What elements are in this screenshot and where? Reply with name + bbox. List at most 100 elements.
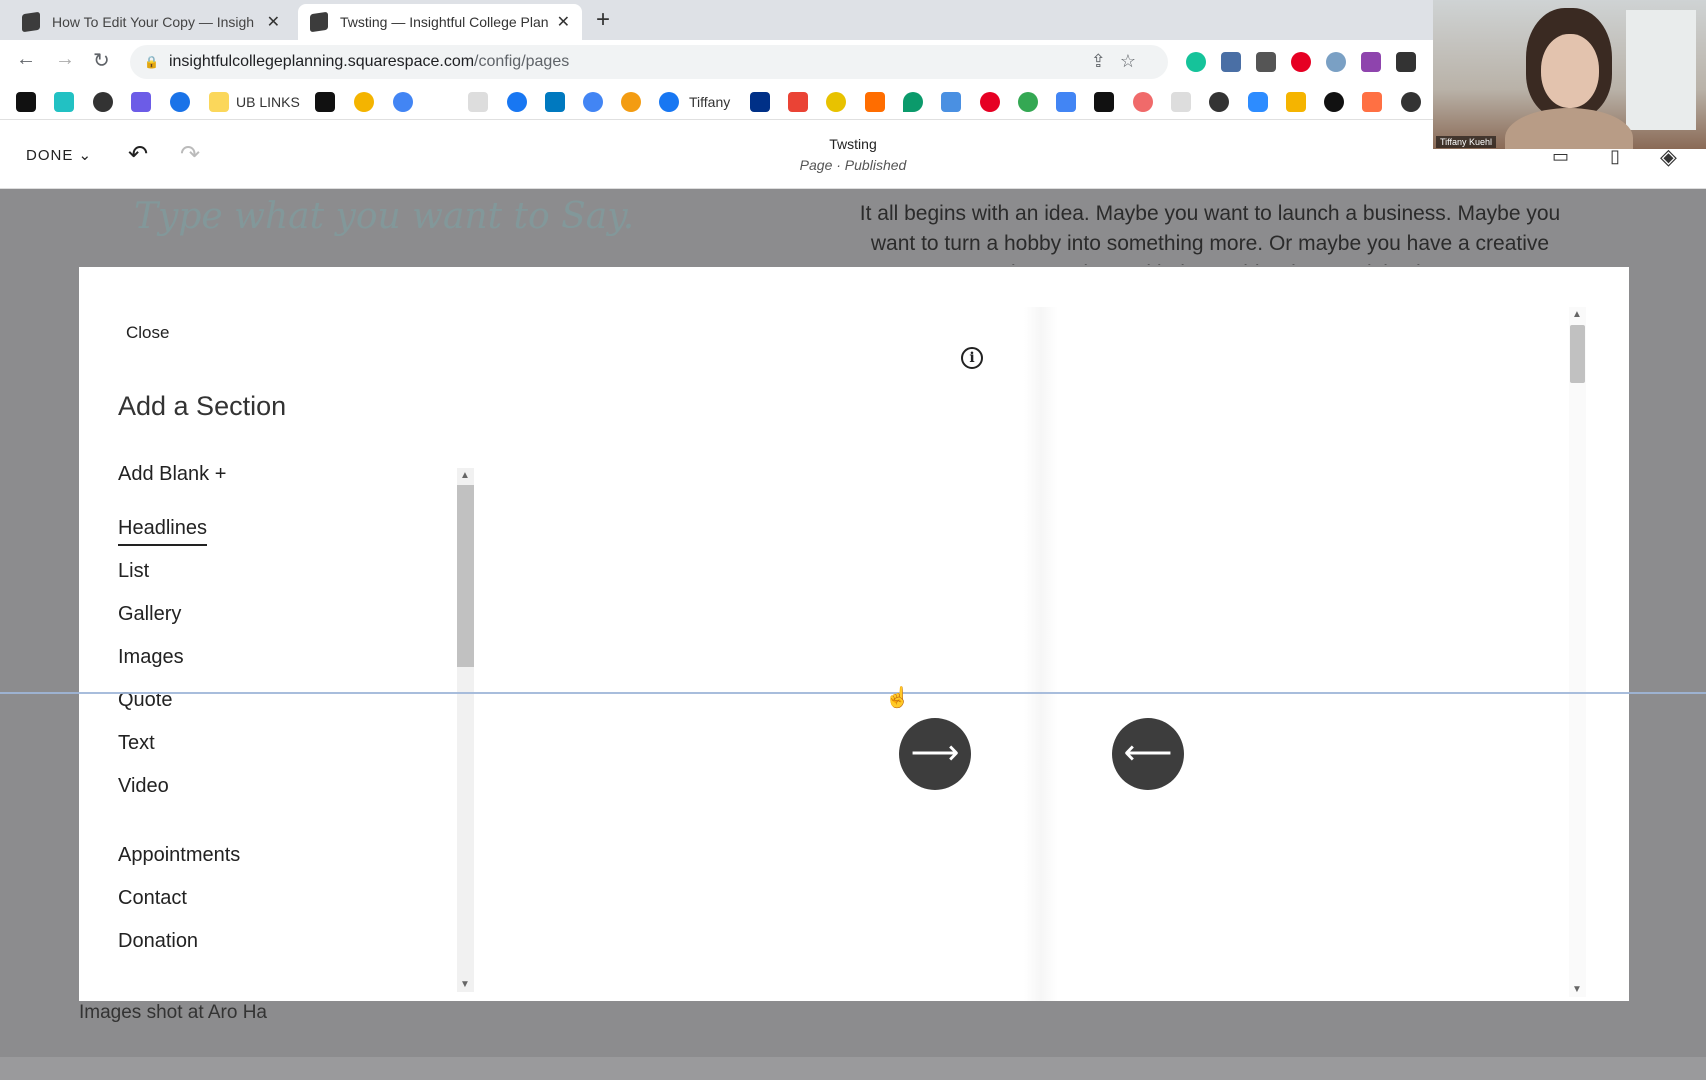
- bookmark-hangouts-icon[interactable]: [1018, 92, 1038, 112]
- extension-icons: [1186, 52, 1416, 72]
- intro-paragraph: It all begins with an idea. Maybe you wa…: [859, 202, 1561, 265]
- tab-title: How To Edit Your Copy — Insigh: [52, 14, 255, 30]
- bookmark-coin-icon[interactable]: [826, 92, 846, 112]
- chat-extension-icon[interactable]: [1326, 52, 1346, 72]
- preview-scrollbar[interactable]: ▲ ▼: [1569, 307, 1586, 997]
- bookmark-orange-icon[interactable]: [865, 92, 885, 112]
- reload-icon[interactable]: ↻: [93, 48, 110, 73]
- scrollbar-thumb[interactable]: [457, 485, 474, 667]
- bookmark-pinterest-icon[interactable]: [980, 92, 1000, 112]
- bookmark-facebook-icon[interactable]: [507, 92, 527, 112]
- bookmark-h2o-icon[interactable]: [16, 92, 36, 112]
- back-icon[interactable]: ←: [16, 48, 36, 71]
- url-host: insightfulcollegeplanning.squarespace.co…: [168, 53, 475, 70]
- category-headlines[interactable]: Headlines: [118, 517, 207, 546]
- arrow-left-icon[interactable]: ⟵: [1112, 718, 1184, 790]
- bookmark-facebook-icon[interactable]: [659, 92, 679, 112]
- squarespace-favicon-icon: [22, 11, 40, 33]
- category-donation[interactable]: Donation: [118, 930, 198, 953]
- arrow-right-icon[interactable]: ⟶: [899, 718, 971, 790]
- bookmark-keep-icon[interactable]: [1286, 92, 1306, 112]
- bookmark-unsplash-icon[interactable]: [1094, 92, 1114, 112]
- footer-strip: [0, 1057, 1706, 1080]
- webcam-person-face: [1541, 34, 1599, 108]
- insertion-guide-line: [0, 692, 1706, 694]
- bookmark-drop-icon[interactable]: [903, 92, 923, 112]
- close-button[interactable]: Close: [126, 323, 169, 343]
- page-status: Page · Published: [799, 157, 907, 173]
- category-gallery[interactable]: Gallery: [118, 603, 181, 626]
- preview-divider: [1024, 307, 1058, 1001]
- category-appointments[interactable]: Appointments: [118, 844, 240, 867]
- bookmark-yellow-icon[interactable]: [354, 92, 374, 112]
- scroll-down-icon[interactable]: ▼: [460, 979, 470, 990]
- webcam-name-label: Tiffany Kuehl: [1436, 136, 1497, 148]
- bookmark-google-icon[interactable]: [393, 92, 413, 112]
- bookmark-globe-icon[interactable]: [1401, 92, 1421, 112]
- bookmark-ub-links[interactable]: UB LINKS: [236, 94, 300, 110]
- webcam-window-background: [1626, 10, 1696, 130]
- bookmark-p-icon[interactable]: [468, 92, 488, 112]
- grammarly-icon[interactable]: [1186, 52, 1206, 72]
- webcam-person-body: [1505, 108, 1633, 149]
- bookmark-tiffany[interactable]: Tiffany: [689, 94, 730, 110]
- folder-icon: [209, 92, 229, 112]
- modal-title: Add a Section: [118, 391, 287, 421]
- bookmark-gift-icon[interactable]: [941, 92, 961, 112]
- script-heading: Type what you want to Say.: [134, 196, 635, 237]
- tab-edit-copy[interactable]: How To Edit Your Copy — Insigh ✕: [10, 4, 292, 40]
- desktop-view-icon[interactable]: ▭: [1552, 146, 1569, 167]
- bookmark-heart-icon[interactable]: [1324, 92, 1344, 112]
- scroll-up-icon[interactable]: ▲: [460, 470, 470, 481]
- image-caption: Images shot at Aro Ha: [79, 1002, 267, 1023]
- tab-title: Twsting — Insightful College Plan: [340, 14, 549, 30]
- news-extension-icon[interactable]: [1256, 52, 1276, 72]
- add-section-modal: Close Add a Section Add Blank + Headline…: [79, 267, 1629, 1001]
- pinterest-extension-icon[interactable]: [1291, 52, 1311, 72]
- webcam-overlay: Tiffany Kuehl: [1433, 0, 1706, 149]
- forward-icon[interactable]: →: [55, 48, 75, 71]
- new-tab-button[interactable]: +: [596, 6, 610, 34]
- bookmark-zoom-icon[interactable]: [1248, 92, 1268, 112]
- bookmark-trello-icon[interactable]: [545, 92, 565, 112]
- tab-twsting[interactable]: Twsting — Insightful College Plan ✕: [298, 4, 582, 40]
- bookmark-globe-icon[interactable]: [93, 92, 113, 112]
- bookmark-gmail-icon[interactable]: [788, 92, 808, 112]
- category-list[interactable]: List: [118, 560, 149, 583]
- omnibox-actions[interactable]: ⇪☆: [1091, 51, 1150, 72]
- category-images[interactable]: Images: [118, 646, 184, 669]
- bookmark-seven-icon[interactable]: [1171, 92, 1191, 112]
- puzzle-extension-icon[interactable]: [1361, 52, 1381, 72]
- scroll-down-icon[interactable]: ▼: [1572, 984, 1582, 995]
- bookmark-docs-icon[interactable]: [1056, 92, 1076, 112]
- category-contact[interactable]: Contact: [118, 887, 187, 910]
- address-bar[interactable]: 🔒 insightfulcollegeplanning.squarespace.…: [130, 45, 1168, 79]
- bookmark-chat-icon[interactable]: [170, 92, 190, 112]
- bookmark-square-icon[interactable]: [315, 92, 335, 112]
- info-icon[interactable]: i: [961, 347, 983, 369]
- mobile-view-icon[interactable]: ▯: [1610, 146, 1620, 167]
- more-extensions-icon[interactable]: [1396, 52, 1416, 72]
- add-blank-button[interactable]: Add Blank +: [118, 463, 226, 486]
- bookmark-s-icon[interactable]: [131, 92, 151, 112]
- bookmark-circle-icon[interactable]: [1209, 92, 1229, 112]
- bookmark-orange-app-icon[interactable]: [1362, 92, 1382, 112]
- bookmark-star-icon[interactable]: ☆: [1120, 51, 1150, 71]
- bookmark-asana-icon[interactable]: [1133, 92, 1153, 112]
- bookmark-flower-icon[interactable]: [621, 92, 641, 112]
- bookmark-paypal-icon[interactable]: [750, 92, 770, 112]
- screenshot-extension-icon[interactable]: [1221, 52, 1241, 72]
- url-path: /config/pages: [474, 53, 570, 70]
- scrollbar-thumb[interactable]: [1570, 325, 1585, 383]
- hand-cursor-icon: ☝: [885, 687, 910, 709]
- tab-close-icon[interactable]: ✕: [267, 12, 280, 32]
- bookmark-google-icon[interactable]: [583, 92, 603, 112]
- tab-close-icon[interactable]: ✕: [557, 12, 570, 32]
- squarespace-favicon-icon: [310, 11, 328, 33]
- category-scrollbar[interactable]: ▲ ▼: [457, 468, 474, 992]
- category-text[interactable]: Text: [118, 732, 155, 755]
- share-icon[interactable]: ⇪: [1091, 51, 1120, 71]
- category-video[interactable]: Video: [118, 775, 169, 798]
- scroll-up-icon[interactable]: ▲: [1572, 309, 1582, 320]
- bookmark-canva-icon[interactable]: [54, 92, 74, 112]
